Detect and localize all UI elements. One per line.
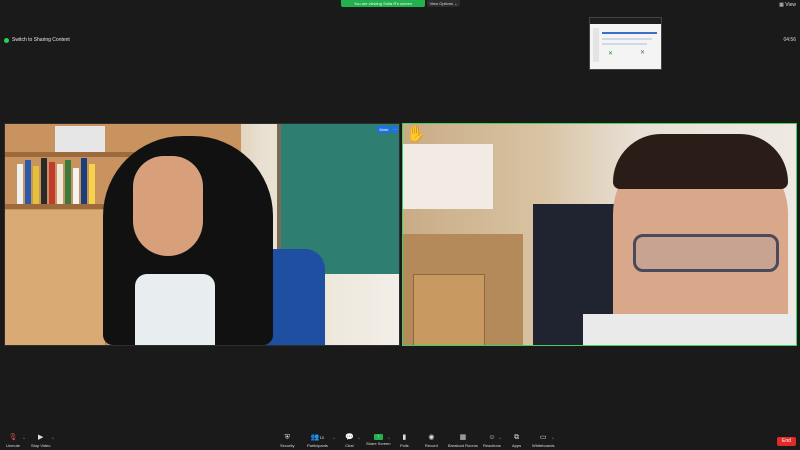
view-button[interactable]: ▦ View: [779, 2, 796, 8]
people-icon: 👥10: [310, 434, 325, 441]
monitor-background: [403, 144, 493, 209]
participant-left-face: [133, 156, 203, 256]
polls-label: Polls: [400, 443, 409, 448]
participant-left-shirt: [135, 274, 215, 345]
chat-button[interactable]: 💬 Chat: [345, 434, 354, 448]
whiteboard-icon: ▭: [539, 434, 547, 441]
participant-right-glasses: [633, 234, 779, 272]
view-label: View: [785, 2, 796, 8]
participant-right-hair: [613, 134, 788, 189]
chat-options-caret[interactable]: ^: [358, 436, 360, 441]
raised-hand-icon: ✋: [406, 126, 426, 143]
record-icon: ◉: [428, 434, 435, 441]
share-options-caret[interactable]: ^: [388, 436, 390, 441]
polls-button[interactable]: ▮ Polls: [400, 434, 409, 448]
shared-screen-thumbnail[interactable]: ✕ ✕: [589, 17, 662, 70]
unmute-label: Unmute: [6, 443, 21, 448]
stop-video-button[interactable]: ▶ Stop Video: [31, 434, 51, 448]
reactions-label: Reactions: [483, 443, 501, 448]
sharing-status-icon: [4, 37, 9, 43]
share-screen-label: Share Screen: [366, 441, 391, 446]
mic-muted-icon: 🎙: [8, 434, 18, 441]
video-camera-icon: ▶: [38, 434, 44, 441]
whiteboards-label: Whiteboards: [532, 443, 555, 448]
video-tile-left[interactable]: Mute ···: [4, 123, 400, 346]
more-options-button[interactable]: ···: [392, 126, 398, 133]
apps-icon: ⧉: [514, 434, 520, 441]
thumbnail-line: [602, 43, 647, 45]
screen-share-banner: You are viewing Sofia R's screen: [341, 0, 425, 7]
view-grid-icon: ▦: [779, 2, 784, 8]
reactions-options-caret[interactable]: ^: [499, 436, 501, 441]
thumbnail-cross-icon: ✕: [640, 50, 646, 56]
meeting-timer: 04:56: [783, 37, 796, 43]
participants-options-caret[interactable]: ^: [333, 436, 335, 441]
stop-video-label: Stop Video: [31, 443, 51, 448]
unmute-button[interactable]: 🎙 Unmute: [6, 434, 20, 448]
thumbnail-sidebar: [593, 28, 599, 62]
books: [17, 154, 107, 204]
chat-bubble-icon: 💬: [345, 434, 354, 441]
view-options-button[interactable]: View Options ⌄: [427, 0, 460, 7]
bar-chart-icon: ▮: [402, 434, 407, 441]
video-tile-right[interactable]: ✋: [402, 123, 797, 346]
apps-button[interactable]: ⧉ Apps: [512, 434, 521, 448]
meeting-toolbar: 🎙 Unmute ^ ▶ Stop Video ^ ⛨ Security 👥10…: [0, 432, 800, 450]
grid-icon: ▦: [459, 434, 467, 441]
switch-to-sharing-content[interactable]: Switch to Sharing Content: [4, 37, 70, 43]
share-screen-icon: ↑: [373, 434, 383, 440]
chat-label: Chat: [345, 443, 354, 448]
cabinet: [5, 210, 106, 345]
end-meeting-button[interactable]: End: [777, 437, 796, 446]
participant-right-shirt: [583, 314, 796, 345]
shield-icon: ⛨: [284, 434, 290, 441]
share-screen-button[interactable]: ↑ Share Screen: [366, 434, 390, 446]
smiley-icon: ☺: [488, 434, 496, 441]
switch-sharing-label: Switch to Sharing Content: [12, 37, 70, 43]
apps-label: Apps: [512, 443, 522, 448]
audio-options-caret[interactable]: ^: [23, 436, 25, 441]
breakout-rooms-label: Breakout Rooms: [448, 443, 478, 448]
binders: [55, 126, 105, 152]
thumbnail-cross-icon: ✕: [608, 51, 614, 57]
security-label: Security: [280, 443, 295, 448]
mute-participant-button[interactable]: Mute: [377, 126, 391, 133]
security-button[interactable]: ⛨ Security: [280, 434, 294, 448]
video-options-caret[interactable]: ^: [52, 436, 54, 441]
breakout-rooms-button[interactable]: ▦ Breakout Rooms: [448, 434, 478, 448]
thumbnail-line: [602, 38, 652, 40]
thumbnail-toolbar: [590, 18, 661, 24]
record-label: Record: [425, 443, 438, 448]
participants-button[interactable]: 👥10 Participants: [307, 434, 328, 448]
participants-label: Participants: [307, 443, 328, 448]
thumbnail-header-line: [602, 32, 657, 34]
desk-drawer: [413, 274, 485, 345]
whiteboards-options-caret[interactable]: ^: [552, 436, 554, 441]
participants-count: 10: [319, 435, 325, 440]
record-button[interactable]: ◉ Record: [425, 434, 438, 448]
